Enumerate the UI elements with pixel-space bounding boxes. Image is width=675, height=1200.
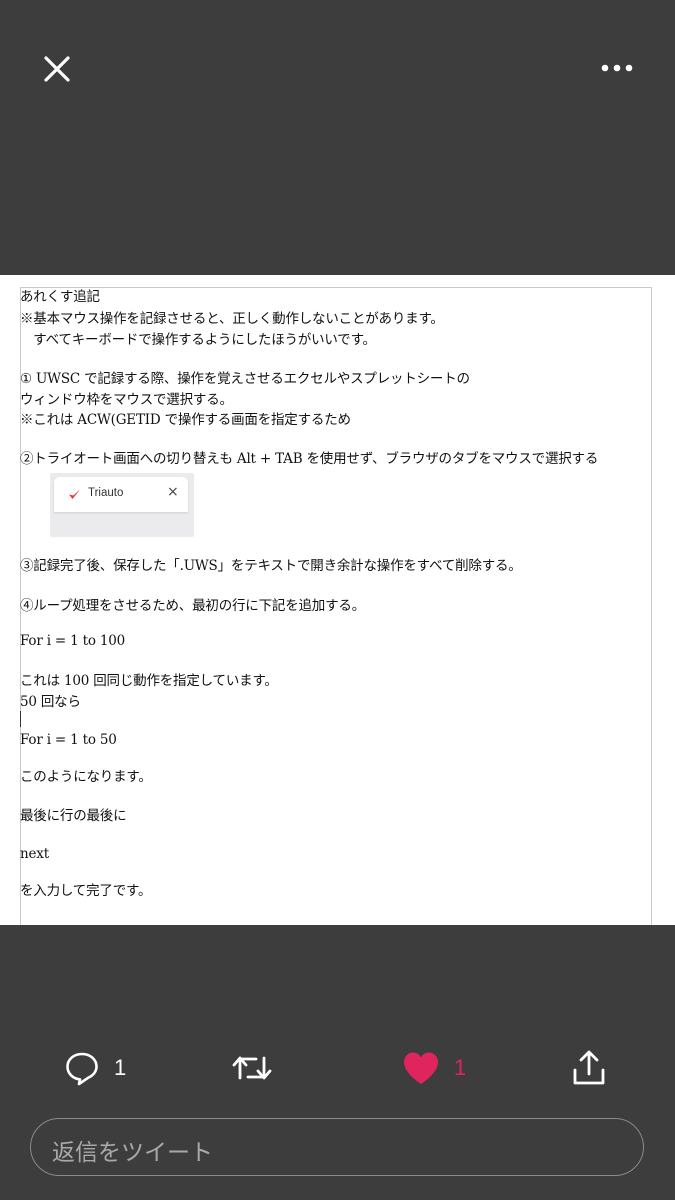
more-horizontal-icon — [601, 64, 633, 72]
doc-line: For i = 1 to 100 — [20, 633, 126, 649]
doc-line: このようになります。 — [20, 769, 152, 785]
share-icon — [573, 1050, 605, 1085]
doc-line: あれくす追記 — [20, 289, 100, 305]
doc-line: ④ループ処理をさせるため、最初の行に下記を追加する。 — [20, 598, 365, 614]
share-button[interactable] — [570, 1040, 608, 1096]
heart-filled-icon — [404, 1052, 438, 1084]
close-icon — [44, 56, 70, 82]
doc-line: ※これは ACW(GETID で操作する画面を指定するため — [20, 412, 351, 428]
doc-line: すべてキーボードで操作するようにしたほうがいいです。 — [20, 332, 376, 348]
doc-line: ウィンドウ枠をマウスで選択する。 — [20, 392, 233, 408]
doc-line: ① UWSC で記録する際、操作を覚えさせるエクセルやスプレットシートの — [20, 371, 470, 387]
top-bar — [0, 0, 675, 140]
retweet-button[interactable] — [230, 1040, 274, 1096]
doc-line: を入力して完了です。 — [20, 883, 152, 899]
reply-input[interactable]: 返信をツイート — [30, 1118, 644, 1176]
reply-icon — [66, 1052, 98, 1086]
reply-button[interactable]: 1 — [64, 1040, 126, 1096]
doc-line: 最後に行の最後に — [20, 808, 127, 824]
browser-tab-screenshot: Triauto × — [50, 473, 194, 537]
like-count: 1 — [454, 1055, 467, 1080]
tweet-actions: 1 1 — [0, 1040, 675, 1096]
reply-count: 1 — [114, 1055, 127, 1080]
like-button[interactable]: 1 — [402, 1040, 466, 1096]
doc-line: next — [20, 846, 49, 862]
tweet-image[interactable]: あれくす追記 ※基本マウス操作を記録させると、正しく動作しないことがあります。 … — [0, 275, 675, 925]
doc-line: For i = 1 to 50 — [20, 732, 117, 748]
more-options-button[interactable] — [596, 58, 640, 78]
reply-placeholder: 返信をツイート — [52, 1140, 213, 1166]
doc-line: ②トライオート画面への切り替えも Alt + TAB を使用せず、ブラウザのタブ… — [20, 451, 599, 467]
browser-tab: Triauto × — [54, 477, 188, 512]
doc-line: ③記録完了後、保存した「.UWS」をテキストで開き余計な操作をすべて削除する。 — [20, 558, 522, 574]
doc-line: これは 100 回同じ動作を指定しています。 — [20, 673, 278, 689]
browser-tab-title: Triauto — [88, 487, 124, 499]
browser-tab-close: × — [167, 484, 179, 500]
retweet-icon — [232, 1056, 272, 1080]
close-button[interactable] — [40, 52, 74, 86]
triauto-logo-icon — [69, 489, 80, 499]
text-cursor — [20, 711, 21, 727]
doc-line: ※基本マウス操作を記録させると、正しく動作しないことがあります。 — [20, 311, 444, 327]
doc-line: 50 回なら — [20, 694, 81, 710]
